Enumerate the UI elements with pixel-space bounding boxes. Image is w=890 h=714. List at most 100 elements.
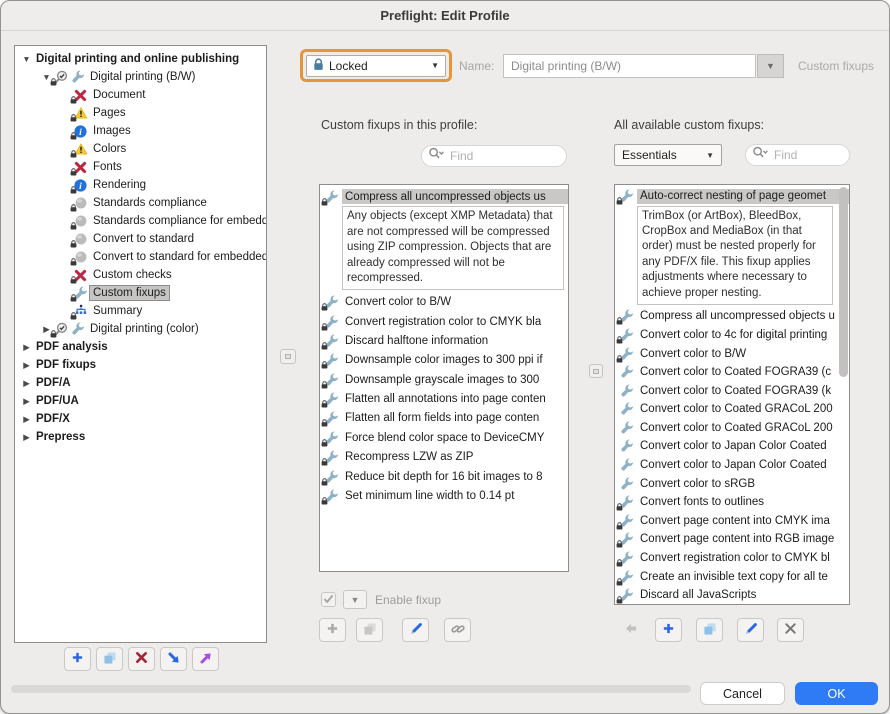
tree-item[interactable]: ▶Prepress [15, 428, 266, 446]
fixup-item-label: Flatten all annotations into page conten [342, 392, 568, 407]
add-library-fixup-button[interactable] [655, 618, 682, 642]
fixup-list-item[interactable]: Set minimum line width to 0.14 pt [320, 486, 568, 505]
tree-item[interactable]: ▶Digital printing (color) [15, 320, 266, 338]
collapse-icon[interactable]: ▼ [20, 54, 33, 64]
fixup-list-item[interactable]: Convert color to B/W [320, 292, 568, 311]
enable-fixup-checkbox[interactable] [321, 592, 336, 607]
horizontal-scrollbar[interactable] [11, 685, 691, 693]
add-fixup-button[interactable] [319, 618, 346, 642]
fixup-list-item[interactable]: Convert color to Coated GRACoL 200 [615, 419, 849, 438]
export-profile-button[interactable] [192, 647, 219, 671]
ok-button[interactable]: OK [795, 682, 878, 705]
fixup-list-item[interactable]: Convert page content into CMYK ima [615, 512, 849, 531]
fixup-list-item[interactable]: Reduce bit depth for 16 bit images to 8 [320, 467, 568, 486]
expand-icon[interactable]: ▶ [20, 414, 33, 425]
fixup-list-item[interactable]: Auto-correct nesting of page geomet [615, 187, 849, 206]
tree-item[interactable]: iRendering [15, 176, 266, 194]
edit-fixup-button[interactable] [402, 618, 429, 642]
tree-item[interactable]: Custom checks [15, 266, 266, 284]
wrench-icon [619, 495, 634, 509]
duplicate-profile-button[interactable] [96, 647, 123, 671]
tree-item[interactable]: Summary [15, 302, 266, 320]
wrench-icon [324, 315, 339, 329]
tree-item[interactable]: Document [15, 86, 266, 104]
fixup-list-item[interactable]: Convert color to sRGB [615, 474, 849, 493]
wrench-icon [619, 588, 634, 602]
tree-item[interactable]: ▼Digital printing and online publishing [15, 50, 266, 68]
tree-item[interactable]: Pages [15, 104, 266, 122]
category-dropdown[interactable]: Essentials ▼ [614, 144, 722, 166]
fixup-list-item[interactable]: Convert registration color to CMYK bl [615, 549, 849, 568]
fixup-list-item[interactable]: Convert fonts to outlines [615, 493, 849, 512]
move-to-profile-button[interactable] [617, 618, 644, 642]
wrench-icon [324, 450, 339, 464]
fixup-list-item[interactable]: Compress all uncompressed objects us [320, 187, 568, 206]
tree-item[interactable]: ▶PDF/A [15, 374, 266, 392]
fixup-list-item[interactable]: Flatten all annotations into page conten [320, 389, 568, 408]
title-bar: Preflight: Edit Profile [1, 1, 889, 31]
expand-icon[interactable]: ▶ [20, 360, 33, 371]
tree-item[interactable]: ▶PDF fixups [15, 356, 266, 374]
fixup-list-item[interactable]: Discard all JavaScripts [615, 586, 849, 605]
tree-item[interactable]: Fonts [15, 158, 266, 176]
fixup-list-item[interactable]: Convert color to B/W [615, 344, 849, 363]
expand-icon[interactable]: ▶ [20, 432, 33, 443]
profile-fixups-list[interactable]: Compress all uncompressed objects usAny … [319, 184, 569, 572]
fixup-list-item[interactable]: Flatten all form fields into page conten [320, 409, 568, 428]
fixup-list-item[interactable]: Recompress LZW as ZIP [320, 448, 568, 467]
fixup-list-item[interactable]: Discard halftone information [320, 331, 568, 350]
tree-item[interactable]: ▼Digital printing (B/W) [15, 68, 266, 86]
fixup-list-item[interactable]: Downsample grayscale images to 300 [320, 370, 568, 389]
add-profile-button[interactable] [64, 647, 91, 671]
splitter-collapse-left[interactable] [280, 349, 296, 364]
fixup-item-label: Convert color to B/W [342, 295, 568, 310]
fixup-list-item[interactable]: Force blend color space to DeviceCMY [320, 428, 568, 447]
fixup-list-item[interactable]: Convert color to Japan Color Coated [615, 456, 849, 475]
delete-library-fixup-button[interactable] [777, 618, 804, 642]
splitter-collapse-right[interactable] [589, 364, 603, 378]
library-fixups-list[interactable]: Auto-correct nesting of page geometTrimB… [614, 184, 850, 605]
expand-icon[interactable]: ▶ [20, 396, 33, 407]
tree-item[interactable]: Standards compliance [15, 194, 266, 212]
profile-icon [53, 322, 68, 336]
import-profile-button[interactable] [160, 647, 187, 671]
fixup-list-item[interactable]: Convert color to 4c for digital printing [615, 326, 849, 345]
duplicate-library-fixup-button[interactable] [696, 618, 723, 642]
tree-item[interactable]: ▶PDF/UA [15, 392, 266, 410]
profile-name-dropdown-button[interactable]: ▼ [757, 54, 784, 78]
fixup-list-item[interactable]: Convert registration color to CMYK bla [320, 312, 568, 331]
expand-icon[interactable]: ▶ [20, 342, 33, 353]
fixup-list-item[interactable]: Convert color to Coated GRACoL 200 [615, 400, 849, 419]
expand-icon[interactable]: ▶ [20, 378, 33, 389]
fixup-list-item[interactable]: Create an invisible text copy for all te [615, 567, 849, 586]
locked-dropdown[interactable]: Locked ▼ [306, 55, 446, 77]
delete-profile-button[interactable] [128, 647, 155, 671]
enable-fixup-dropdown-button[interactable]: ▼ [343, 590, 367, 609]
profile-name-field[interactable] [503, 54, 756, 78]
library-fixups-find-input[interactable] [772, 147, 843, 163]
link-fixup-button[interactable] [444, 618, 471, 642]
tree-item[interactable]: Convert to standard for embedded [15, 248, 266, 266]
tree-item[interactable]: iImages [15, 122, 266, 140]
tree-item[interactable]: ▶PDF/X [15, 410, 266, 428]
fixup-item-label: Compress all uncompressed objects us [342, 189, 568, 204]
tree-item[interactable]: ▶PDF analysis [15, 338, 266, 356]
tree-item[interactable]: Convert to standard [15, 230, 266, 248]
library-list-scrollbar[interactable] [839, 187, 848, 377]
edit-library-fixup-button[interactable] [737, 618, 764, 642]
tree-item[interactable]: Colors [15, 140, 266, 158]
tree-item-label: PDF fixups [33, 358, 99, 372]
fixup-list-item[interactable]: Downsample color images to 300 ppi if [320, 351, 568, 370]
tree-item[interactable]: Custom fixups [15, 284, 266, 302]
cancel-button[interactable]: Cancel [700, 682, 785, 705]
fixup-list-item[interactable]: Convert color to Japan Color Coated [615, 437, 849, 456]
fixup-list-item[interactable]: Convert page content into RGB image [615, 530, 849, 549]
fixup-list-item[interactable]: Convert color to Coated FOGRA39 (k [615, 381, 849, 400]
duplicate-fixup-button[interactable] [356, 618, 383, 642]
profile-fixups-find [421, 145, 567, 167]
tree-item[interactable]: Standards compliance for embedd [15, 212, 266, 230]
profile-tree[interactable]: ▼Digital printing and online publishing▼… [14, 45, 267, 643]
profile-fixups-find-input[interactable] [448, 148, 560, 164]
fixup-list-item[interactable]: Compress all uncompressed objects u [615, 307, 849, 326]
fixup-list-item[interactable]: Convert color to Coated FOGRA39 (c [615, 363, 849, 382]
